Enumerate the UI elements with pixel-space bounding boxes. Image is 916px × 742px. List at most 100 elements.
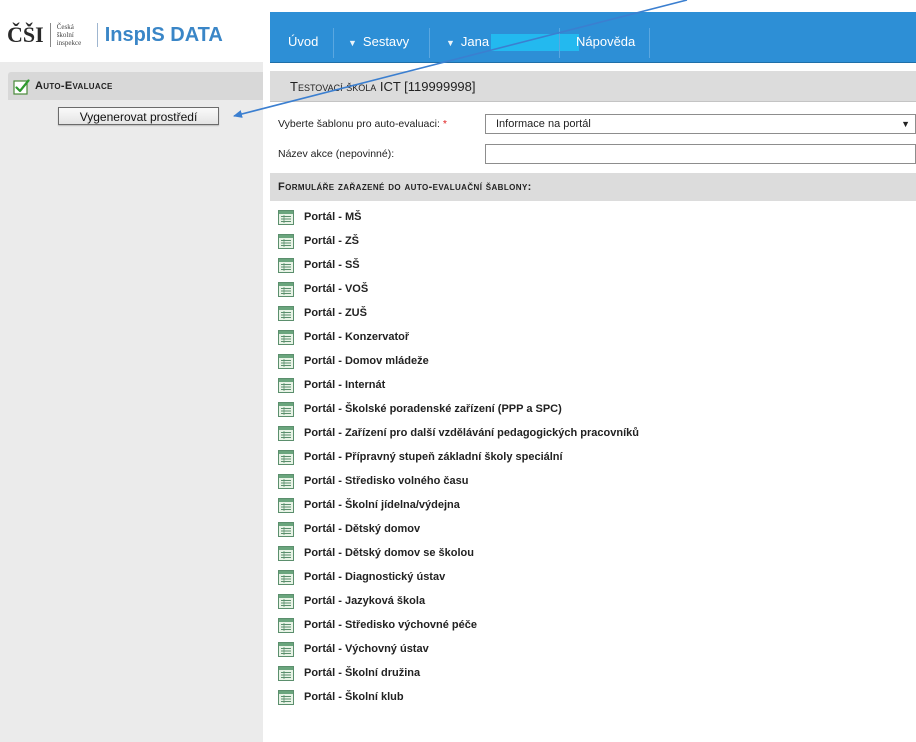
form-document-icon [278,569,294,585]
form-list-item[interactable]: Portál - Zařízení pro další vzdělávání p… [270,421,916,445]
form-list-item[interactable]: Portál - Školské poradenské zařízení (PP… [270,397,916,421]
form-list-item[interactable]: Portál - VOŠ [270,277,916,301]
caret-down-icon: ▼ [901,119,910,129]
form-list-item[interactable]: Portál - Přípravný stupeň základní školy… [270,445,916,469]
checkbox-checked-icon [13,78,30,95]
form-list-item-name[interactable]: Portál - ZUŠ [304,307,367,319]
form-list-item[interactable]: Portál - ZŠ [270,229,916,253]
form-list-item[interactable]: Portál - SŠ [270,253,916,277]
form-list-item-name[interactable]: Portál - Středisko volného času [304,475,468,487]
logo[interactable]: ČŠI Česká školní inspekce InspIS DATA [0,0,270,62]
form-document-icon [278,689,294,705]
nav-item-napoveda[interactable]: Nápověda [568,30,643,54]
forms-heading: Formuláře zařazené do auto-evaluační šab… [270,173,916,201]
nav-divider [429,28,430,58]
form-list-item[interactable]: Portál - Konzervatoř [270,325,916,349]
action-name-row: Název akce (nepovinné): [270,143,916,167]
form-list-item[interactable]: Portál - Domov mládeže [270,349,916,373]
form-document-icon [278,377,294,393]
form-list-item-name[interactable]: Portál - Školní klub [304,691,404,703]
forms-heading-text: Formuláře zařazené do auto-evaluační šab… [278,181,532,193]
form-list-item[interactable]: Portál - Dětský domov [270,517,916,541]
form-list-item-name[interactable]: Portál - Výchovný ústav [304,643,429,655]
form-document-icon [278,353,294,369]
form-list-item[interactable]: Portál - Školní jídelna/výdejna [270,493,916,517]
redacted-username [491,34,580,52]
sidebar-section-header[interactable]: Auto-Evaluace [8,72,263,100]
form-document-icon [278,665,294,681]
form-list-item-name[interactable]: Portál - Přípravný stupeň základní školy… [304,451,563,463]
nav-item-user[interactable]: ▼ Jana [438,30,587,54]
template-select[interactable]: Informace na portál ▼ [485,114,916,134]
form-document-icon [278,521,294,537]
form-document-icon [278,545,294,561]
template-label: Vyberte šablonu pro auto-evaluaci: * [278,118,447,130]
form-list-item[interactable]: Portál - Diagnostický ústav [270,565,916,589]
form-list-item[interactable]: Portál - Středisko volného času [270,469,916,493]
form-list-item-name[interactable]: Portál - Dětský domov [304,523,420,535]
form-document-icon [278,257,294,273]
form-list-item[interactable]: Portál - Internát [270,373,916,397]
form-list-item[interactable]: Portál - Výchovný ústav [270,637,916,661]
form-list-item[interactable]: Portál - Dětský domov se školou [270,541,916,565]
form-list-item-name[interactable]: Portál - Domov mládeže [304,355,429,367]
triangle-down-icon: ▼ [446,38,455,48]
form-list-item[interactable]: Portál - Jazyková škola [270,589,916,613]
nav-item-label: Sestavy [362,34,410,49]
form-document-icon [278,497,294,513]
form-list-item-name[interactable]: Portál - Diagnostický ústav [304,571,445,583]
action-name-input[interactable] [485,144,916,164]
template-label-text: Vyberte šablonu pro auto-evaluaci: [278,118,440,130]
form-list-item[interactable]: Portál - Školní klub [270,685,916,709]
nav-item-label: Jana [460,34,490,49]
form-document-icon [278,641,294,657]
form-document-icon [278,233,294,249]
app-name: InspIS DATA [104,23,223,46]
form-list-item-name[interactable]: Portál - MŠ [304,211,361,223]
form-document-icon [278,593,294,609]
form-list-item-name[interactable]: Portál - Školní jídelna/výdejna [304,499,460,511]
generate-environment-button[interactable]: Vygenerovat prostředí [58,107,219,125]
form-list-item-name[interactable]: Portál - Jazyková škola [304,595,425,607]
nav-divider [559,28,560,58]
form-document-icon [278,281,294,297]
form-list-item[interactable]: Portál - MŠ [270,205,916,229]
triangle-down-icon: ▼ [348,38,357,48]
nav-item-sestavy[interactable]: ▼ Sestavy [340,30,417,54]
form-list-item[interactable]: Portál - Školní družina [270,661,916,685]
template-row: Vyberte šablonu pro auto-evaluaci: * Inf… [270,113,916,137]
form-list-item-name[interactable]: Portál - VOŠ [304,283,368,295]
form-list-item-name[interactable]: Portál - Středisko výchovné péče [304,619,477,631]
form-list-item-name[interactable]: Portál - Školní družina [304,667,420,679]
form-document-icon [278,209,294,225]
logo-divider [96,23,98,47]
template-select-value: Informace na portál [496,118,591,130]
sidebar: Auto-Evaluace Vygenerovat prostředí [0,62,263,742]
form-list-item[interactable]: Portál - Středisko výchovné péče [270,613,916,637]
form-list-item-name[interactable]: Portál - ZŠ [304,235,359,247]
form-list-item-name[interactable]: Portál - Dětský domov se školou [304,547,474,559]
school-title: Testovací škola ICT [119999998] [290,78,476,94]
form-document-icon [278,401,294,417]
form-document-icon [278,449,294,465]
sidebar-section-title: Auto-Evaluace [35,80,113,92]
top-nav-bar: Úvod ▼ Sestavy ▼ Jana Nápověda [270,12,916,63]
form-document-icon [278,425,294,441]
form-document-icon [278,305,294,321]
form-document-icon [278,329,294,345]
nav-divider [649,28,650,58]
form-list-item[interactable]: Portál - ZUŠ [270,301,916,325]
form-list-item-name[interactable]: Portál - Zařízení pro další vzdělávání p… [304,427,639,439]
nav-item-uvod[interactable]: Úvod [280,30,326,54]
form-list-item-name[interactable]: Portál - Školské poradenské zařízení (PP… [304,403,562,415]
form-list-item-name[interactable]: Portál - Internát [304,379,385,391]
school-header: Testovací škola ICT [119999998] [270,71,916,102]
form-list-item-name[interactable]: Portál - Konzervatoř [304,331,409,343]
action-name-label: Název akce (nepovinné): [278,148,395,160]
form-list: Portál - MŠ Portál - ZŠ Portál - SŠ Portál … [270,205,916,709]
form-document-icon [278,473,294,489]
logo-subtitle: Česká školní inspekce [49,23,91,47]
main-content: Testovací škola ICT [119999998] Vyberte … [270,62,916,742]
logo-mark: ČŠI [7,22,44,47]
form-list-item-name[interactable]: Portál - SŠ [304,259,360,271]
